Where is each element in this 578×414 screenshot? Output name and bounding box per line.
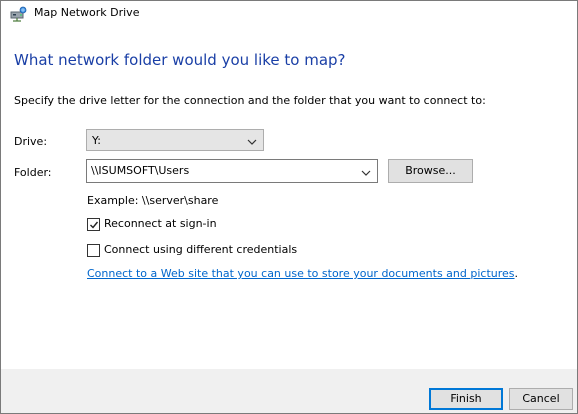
- dialog-footer: Finish Cancel: [1, 369, 577, 413]
- web-site-link-row: Connect to a Web site that you can use t…: [87, 267, 518, 280]
- example-text: Example: \\server\share: [87, 194, 219, 207]
- folder-label: Folder:: [14, 166, 52, 179]
- folder-input[interactable]: \\ISUMSOFT\Users: [86, 159, 378, 183]
- chevron-down-icon[interactable]: [361, 167, 371, 176]
- different-credentials-label: Connect using different credentials: [104, 243, 298, 256]
- window-title: Map Network Drive: [34, 6, 140, 19]
- chevron-down-icon: [247, 136, 257, 145]
- folder-value: \\ISUMSOFT\Users: [91, 164, 190, 177]
- title-bar[interactable]: Map Network Drive: [1, 1, 577, 27]
- web-site-link[interactable]: Connect to a Web site that you can use t…: [87, 267, 515, 280]
- link-suffix: .: [514, 267, 519, 280]
- drive-letter-value: Y:: [92, 134, 101, 147]
- map-network-drive-dialog: Map Network Drive What network folder wo…: [0, 0, 578, 414]
- reconnect-label: Reconnect at sign-in: [104, 217, 217, 230]
- drive-label: Drive:: [14, 135, 48, 148]
- instruction-text: Specify the drive letter for the connect…: [14, 94, 486, 107]
- reconnect-checkbox[interactable]: [87, 218, 100, 231]
- cancel-button[interactable]: Cancel: [509, 388, 573, 410]
- different-credentials-checkbox[interactable]: [87, 244, 100, 257]
- checkmark-icon: [90, 221, 99, 229]
- finish-button[interactable]: Finish: [429, 388, 503, 410]
- page-heading: What network folder would you like to ma…: [14, 51, 346, 69]
- network-drive-icon: [10, 6, 27, 22]
- drive-letter-select[interactable]: Y:: [86, 129, 264, 151]
- browse-button[interactable]: Browse...: [388, 159, 473, 183]
